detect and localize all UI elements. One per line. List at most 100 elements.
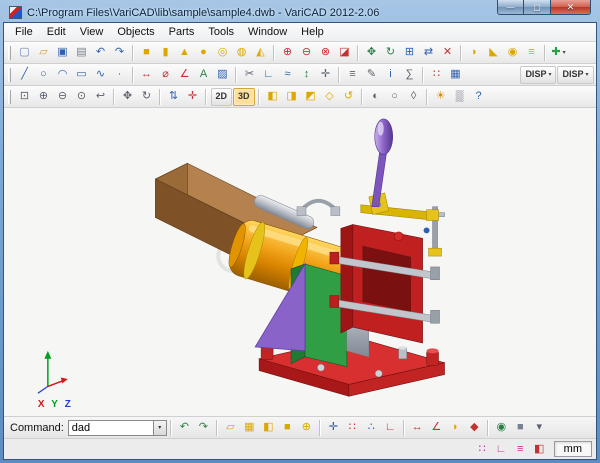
solid-tools-icon[interactable]: ■ <box>278 419 296 437</box>
view-front-icon[interactable]: ◧ <box>264 88 282 106</box>
display-mode-button[interactable]: DISP▾ <box>557 66 593 84</box>
drop-tool-icon[interactable]: ◆ <box>465 419 483 437</box>
more-tools-icon[interactable]: ▾ <box>530 419 548 437</box>
redraw-icon[interactable]: ↻ <box>138 88 156 106</box>
delete-solid-icon[interactable]: ✕ <box>439 44 457 62</box>
display-settings-button[interactable]: DISP▾ <box>520 66 556 84</box>
hatch-icon[interactable]: ▨ <box>214 66 232 84</box>
circle-icon[interactable]: ○ <box>35 66 53 84</box>
axes-icon[interactable]: ✛ <box>184 88 202 106</box>
menu-edit[interactable]: Edit <box>40 24 73 40</box>
print-icon[interactable]: ▤ <box>73 44 91 62</box>
polyline-icon[interactable]: ∿ <box>92 66 110 84</box>
measure-angle-icon[interactable]: ∠ <box>427 419 445 437</box>
menu-view[interactable]: View <box>73 24 111 40</box>
command-history-dropdown[interactable]: ▾ <box>154 420 167 436</box>
grid-settings-icon[interactable]: ▦ <box>447 66 465 84</box>
toolbar-grip[interactable] <box>8 90 11 104</box>
status-layer-icon[interactable]: ≡ <box>511 440 529 458</box>
snap-mode-icon[interactable]: ∷ <box>343 419 361 437</box>
blend-tool-icon[interactable]: ◗ <box>446 419 464 437</box>
view-top-icon[interactable]: ◩ <box>302 88 320 106</box>
extrude-profile-icon[interactable]: ◭ <box>252 44 270 62</box>
solid-list-icon[interactable]: ▦ <box>240 419 258 437</box>
toolbar-grip[interactable] <box>8 68 11 82</box>
move-view-icon[interactable]: ⇅ <box>165 88 183 106</box>
select-mode-icon[interactable]: ✛ <box>324 419 342 437</box>
viewport-3d[interactable]: WEB <box>4 108 596 417</box>
units-indicator[interactable]: mm <box>554 441 592 457</box>
solid-boolean-icon[interactable]: ⊕ <box>297 419 315 437</box>
cylinder-solid-icon[interactable]: ▮ <box>157 44 175 62</box>
fillet-2d-icon[interactable]: ∟ <box>260 66 278 84</box>
calculator-icon[interactable]: ∑ <box>401 66 419 84</box>
chamfer-edge-icon[interactable]: ◣ <box>485 44 503 62</box>
measure-distance-icon[interactable]: ↔ <box>408 419 426 437</box>
background-color-icon[interactable]: ▒ <box>451 88 469 106</box>
trim-icon[interactable]: ✂ <box>241 66 259 84</box>
view-isometric-icon[interactable]: ◇ <box>321 88 339 106</box>
minimize-button[interactable]: — <box>497 0 524 15</box>
angle-dimension-icon[interactable]: ∠ <box>176 66 194 84</box>
lock-icon[interactable]: ■ <box>511 419 529 437</box>
pan-icon[interactable]: ✥ <box>119 88 137 106</box>
point-icon[interactable]: ∙ <box>111 66 129 84</box>
boolean-intersect-icon[interactable]: ⊗ <box>317 44 335 62</box>
grid-snap-icon[interactable]: ∴ <box>362 419 380 437</box>
sphere-solid-icon[interactable]: ● <box>195 44 213 62</box>
box-solid-icon[interactable]: ■ <box>138 44 156 62</box>
zoom-in-icon[interactable]: ⊕ <box>35 88 53 106</box>
copy-solid-icon[interactable]: ⊞ <box>401 44 419 62</box>
info-icon[interactable]: i <box>382 66 400 84</box>
cone-solid-icon[interactable]: ▲ <box>176 44 194 62</box>
hole-icon[interactable]: ◉ <box>504 44 522 62</box>
perspective-icon[interactable]: ◊ <box>405 88 423 106</box>
menu-parts[interactable]: Parts <box>162 24 202 40</box>
layers-icon[interactable]: ≡ <box>344 66 362 84</box>
close-button[interactable]: ✕ <box>550 0 591 15</box>
torus-solid-icon[interactable]: ◎ <box>214 44 232 62</box>
snap-settings-icon[interactable]: ∷ <box>428 66 446 84</box>
status-ortho-icon[interactable]: ∟ <box>492 440 510 458</box>
rotate-solid-icon[interactable]: ↻ <box>382 44 400 62</box>
menu-objects[interactable]: Objects <box>110 24 161 40</box>
boolean-union-icon[interactable]: ⊕ <box>279 44 297 62</box>
menu-help[interactable]: Help <box>294 24 331 40</box>
new-document-icon[interactable]: ▢ <box>16 44 34 62</box>
insert-solid-icon[interactable]: ✚▾ <box>550 44 568 62</box>
zoom-previous-icon[interactable]: ↩ <box>92 88 110 106</box>
command-redo-icon[interactable]: ↷ <box>194 419 212 437</box>
menu-window[interactable]: Window <box>241 24 294 40</box>
status-display-icon[interactable]: ◧ <box>530 440 548 458</box>
open-file-icon[interactable]: ▱ <box>35 44 53 62</box>
solid-edit-icon[interactable]: ◧ <box>259 419 277 437</box>
command-undo-icon[interactable]: ↶ <box>175 419 193 437</box>
cut-solid-icon[interactable]: ◪ <box>336 44 354 62</box>
redo-icon[interactable]: ↷ <box>111 44 129 62</box>
mode-2d-button[interactable]: 2D <box>211 88 233 106</box>
light-icon[interactable]: ☀ <box>432 88 450 106</box>
save-icon[interactable]: ▣ <box>54 44 72 62</box>
stretch-icon[interactable]: ↕ <box>298 66 316 84</box>
wireframe-view-icon[interactable]: ○ <box>386 88 404 106</box>
window-titlebar[interactable]: C:\Program Files\VariCAD\lib\sample\samp… <box>3 0 597 22</box>
line-icon[interactable]: ╱ <box>16 66 34 84</box>
boolean-subtract-icon[interactable]: ⊖ <box>298 44 316 62</box>
recent-files-icon[interactable]: ▱ <box>221 419 239 437</box>
help-icon[interactable]: ? <box>470 88 488 106</box>
zoom-all-icon[interactable]: ⊙ <box>73 88 91 106</box>
text-icon[interactable]: A <box>195 66 213 84</box>
zoom-window-icon[interactable]: ⊡ <box>16 88 34 106</box>
dimension-icon[interactable]: ↔ <box>138 66 156 84</box>
maximize-button[interactable]: ▢ <box>524 0 550 15</box>
zoom-out-icon[interactable]: ⊖ <box>54 88 72 106</box>
attributes-icon[interactable]: ✎ <box>363 66 381 84</box>
status-snap-icon[interactable]: ∷ <box>473 440 491 458</box>
rotate-view-icon[interactable]: ↺ <box>340 88 358 106</box>
visibility-icon[interactable]: ◉ <box>492 419 510 437</box>
mode-3d-button[interactable]: 3D <box>233 88 255 106</box>
menu-file[interactable]: File <box>8 24 40 40</box>
offset-icon[interactable]: ≈ <box>279 66 297 84</box>
pipe-solid-icon[interactable]: ◍ <box>233 44 251 62</box>
shaded-view-icon[interactable]: ◐ <box>367 88 385 106</box>
